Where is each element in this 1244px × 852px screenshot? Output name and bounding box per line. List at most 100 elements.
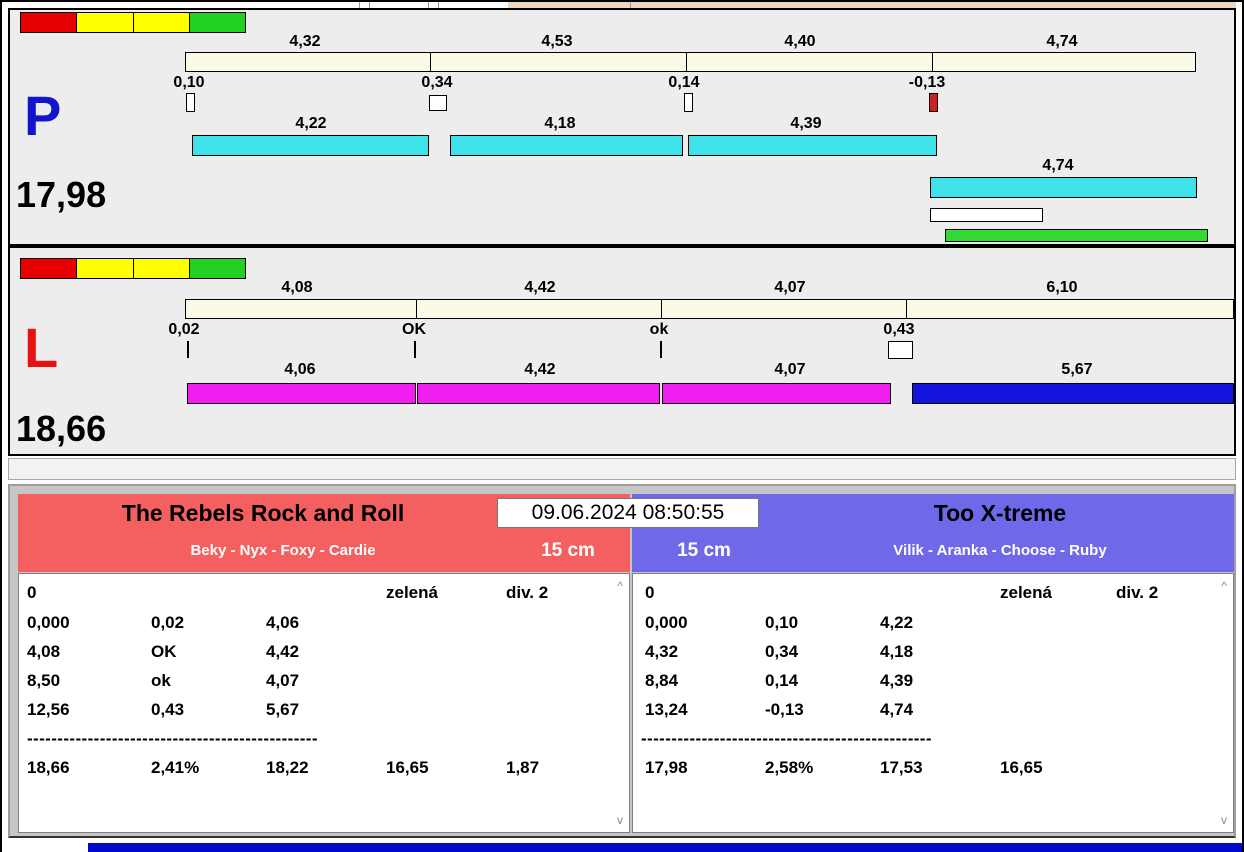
split-time-label: 4,40 bbox=[784, 33, 816, 50]
indicator-yellow-segment bbox=[133, 13, 190, 32]
result-cell: 8,84 bbox=[645, 671, 679, 690]
lane-letter: L bbox=[24, 316, 59, 379]
result-cell: ok bbox=[151, 671, 171, 690]
segment-bar bbox=[187, 383, 416, 404]
background-window-tick bbox=[438, 0, 439, 8]
result-cell: 4,42 bbox=[266, 642, 300, 661]
delta-marker bbox=[684, 93, 693, 112]
lane-panel-p: P 17,98 4,32 4,53 4,40 4,74 0,10 0,34 0,… bbox=[8, 8, 1236, 246]
timestamp: 09.06.2024 08:50:55 bbox=[497, 498, 759, 528]
results-info-row: 0 zelená div. 2 bbox=[19, 582, 629, 608]
reference-bar-tick bbox=[661, 300, 662, 318]
split-time-label: 4,42 bbox=[524, 279, 556, 296]
result-cell: 12,56 bbox=[27, 700, 70, 719]
result-cell: 0 bbox=[27, 583, 37, 602]
reference-time-bar bbox=[185, 52, 1196, 72]
segment-time-label: 4,18 bbox=[544, 115, 576, 132]
delta-time-label: 0,43 bbox=[883, 321, 915, 338]
reference-time-bar bbox=[185, 299, 1234, 319]
segment-time-label: 4,74 bbox=[1042, 157, 1074, 174]
reference-bar-tick bbox=[906, 300, 907, 318]
scroll-down-icon[interactable]: v bbox=[617, 814, 623, 826]
taskbar[interactable] bbox=[88, 843, 1244, 852]
status-green-bar bbox=[945, 229, 1208, 242]
result-cell: 0,43 bbox=[151, 700, 185, 719]
result-cell: -0,13 bbox=[765, 700, 804, 719]
indicator-red-segment bbox=[21, 13, 78, 32]
segment-time-label: 4,06 bbox=[284, 361, 316, 378]
reference-bar-tick bbox=[686, 53, 687, 71]
segment-time-label: 4,39 bbox=[790, 115, 822, 132]
indicator-yellow-segment bbox=[77, 13, 134, 32]
delta-time-label: 0,10 bbox=[173, 74, 205, 91]
reference-bar-tick bbox=[932, 53, 933, 71]
result-cell: 0,34 bbox=[765, 642, 799, 661]
results-row: 0,000 0,10 4,22 bbox=[633, 612, 1233, 638]
segment-bar bbox=[450, 135, 683, 156]
background-window-tick bbox=[369, 0, 370, 8]
total-percent: 2,58% bbox=[765, 758, 814, 777]
team-members: Beky - Nyx - Foxy - Cardie bbox=[190, 542, 376, 559]
delta-time-label: ok bbox=[649, 321, 669, 338]
segment-bar bbox=[417, 383, 660, 404]
result-cell: 0,000 bbox=[645, 613, 688, 632]
reference-bar-tick bbox=[430, 53, 431, 71]
segment-time-label: 4,07 bbox=[774, 361, 806, 378]
result-cell: zelená bbox=[386, 583, 438, 602]
progress-placeholder-bar bbox=[930, 208, 1043, 222]
background-window-tick bbox=[359, 0, 360, 8]
delta-marker-fault bbox=[929, 93, 938, 112]
background-window-tick bbox=[630, 0, 631, 8]
segment-time-label: 5,67 bbox=[1061, 361, 1093, 378]
result-cell: 13,24 bbox=[645, 700, 688, 719]
indicator-yellow-segment bbox=[133, 259, 190, 278]
indicator-red-segment bbox=[21, 259, 78, 278]
results-separator: ----------------------------------------… bbox=[641, 729, 932, 748]
results-row: 4,32 0,34 4,18 bbox=[633, 641, 1233, 667]
results-row: 12,56 0,43 5,67 bbox=[19, 699, 629, 725]
height-class-badge: 15 cm bbox=[541, 540, 595, 561]
results-totals-row: 17,98 2,58% 17,53 16,65 bbox=[633, 757, 1233, 783]
split-time-label: 4,53 bbox=[541, 33, 573, 50]
result-cell: 0,000 bbox=[27, 613, 70, 632]
indicator-green-segment bbox=[189, 259, 245, 278]
scroll-up-icon[interactable]: ^ bbox=[1221, 580, 1227, 592]
split-time-label: 4,08 bbox=[281, 279, 313, 296]
team-name: The Rebels Rock and Roll bbox=[121, 500, 405, 526]
result-cell: 4,18 bbox=[880, 642, 914, 661]
results-row: 0,000 0,02 4,06 bbox=[19, 612, 629, 638]
team-right-results[interactable]: 0 zelená div. 2 0,000 0,10 4,22 4,32 0,3… bbox=[632, 573, 1234, 833]
results-row: 8,84 0,14 4,39 bbox=[633, 670, 1233, 696]
result-cell: 0,02 bbox=[151, 613, 185, 632]
total-percent: 2,41% bbox=[151, 758, 200, 777]
result-cell: 4,22 bbox=[880, 613, 914, 632]
total-time: 17,98 bbox=[645, 758, 688, 777]
total-value: 16,65 bbox=[1000, 758, 1043, 777]
total-value: 16,65 bbox=[386, 758, 429, 777]
lane-total-time: 18,66 bbox=[16, 408, 107, 449]
results-row: 4,08 OK 4,42 bbox=[19, 641, 629, 667]
scroll-up-icon[interactable]: ^ bbox=[617, 580, 623, 592]
delta-time-label: 0,14 bbox=[668, 74, 700, 91]
result-cell: div. 2 bbox=[1116, 583, 1159, 602]
result-cell: 0,10 bbox=[765, 613, 799, 632]
result-cell: 4,39 bbox=[880, 671, 914, 690]
delta-time-label: OK bbox=[402, 321, 426, 338]
result-cell: 8,50 bbox=[27, 671, 61, 690]
segment-time-label: 4,42 bbox=[524, 361, 556, 378]
team-members: Vilik - Aranka - Choose - Ruby bbox=[893, 542, 1107, 559]
results-totals-row: 18,66 2,41% 18,22 16,65 1,87 bbox=[19, 757, 629, 783]
delta-time-label: 0,34 bbox=[421, 74, 453, 91]
team-left-results[interactable]: 0 zelená div. 2 0,000 0,02 4,06 4,08 OK … bbox=[18, 573, 630, 833]
segment-bar bbox=[192, 135, 429, 156]
split-time-label: 4,07 bbox=[774, 279, 806, 296]
result-cell: 0 bbox=[645, 583, 655, 602]
total-value: 1,87 bbox=[506, 758, 540, 777]
scroll-down-icon[interactable]: v bbox=[1221, 814, 1227, 826]
delta-marker bbox=[888, 341, 913, 359]
segment-time-label: 4,22 bbox=[295, 115, 327, 132]
indicator-green-segment bbox=[189, 13, 245, 32]
lane-total-time: 17,98 bbox=[16, 174, 107, 215]
reference-bar-tick bbox=[416, 300, 417, 318]
background-window-tick bbox=[428, 0, 429, 8]
